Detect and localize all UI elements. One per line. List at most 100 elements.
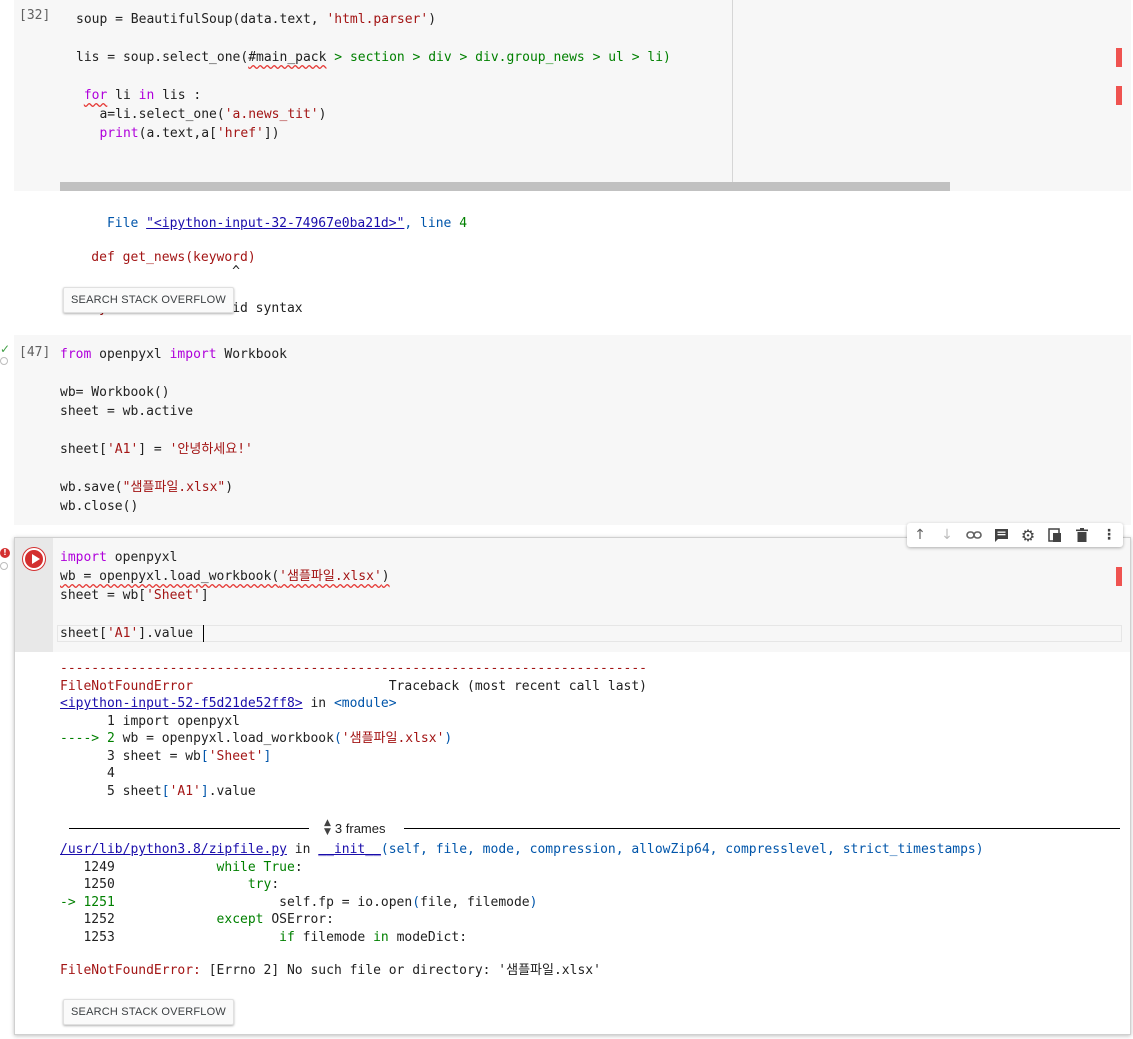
- traceback-line: 4: [60, 765, 647, 783]
- arrow-down-icon[interactable]: ↓: [934, 526, 960, 544]
- code-token: lis :: [154, 88, 202, 103]
- traceback-token: '샘플파일.xlsx': [341, 731, 445, 746]
- search-stack-overflow-button[interactable]: SEARCH STACK OVERFLOW: [63, 999, 234, 1025]
- code-token: ): [318, 107, 327, 122]
- play-icon[interactable]: [23, 548, 45, 570]
- cell-output: File "<ipython-input-32-74967e0ba21d>", …: [60, 198, 467, 334]
- traceback-line: 1253 if filemode in modeDict:: [60, 929, 984, 947]
- traceback-lines: 1 import openpyxl ----> 2 wb = openpyxl.l…: [60, 713, 647, 801]
- traceback-token: ): [529, 894, 538, 910]
- traceback-token: 'Sheet': [208, 748, 264, 764]
- code-line: for li in lis :: [76, 86, 671, 105]
- error-marker: [1116, 48, 1122, 67]
- traceback-token: True: [263, 859, 295, 875]
- unfold-icon: ▲ ▼: [324, 818, 331, 837]
- traceback-token: :: [271, 877, 280, 892]
- traceback-token: except: [216, 912, 264, 927]
- traceback-token: wb = openpyxl.load_workbook: [122, 731, 334, 746]
- check-icon: ✓: [0, 342, 11, 356]
- traceback-line: 1249 while True:: [60, 859, 984, 877]
- traceback-token: 3 sheet = wb: [60, 748, 201, 764]
- code-token: wb= Workbook(): [60, 385, 170, 400]
- traceback-token: (: [412, 894, 421, 910]
- code-token: 'Sheet': [146, 588, 201, 603]
- traceback-token: self.fp = io.open: [122, 894, 413, 910]
- traceback-location: <ipython-input-52-f5d21de52ff8> in <modu…: [60, 696, 397, 711]
- code-token: soup = BeautifulSoup(data.text,: [76, 12, 327, 27]
- traceback-line: 5 sheet['A1'].value: [60, 783, 647, 801]
- arrow-up-icon[interactable]: ↑: [907, 526, 933, 544]
- code-token: print: [99, 126, 139, 141]
- code-token: '샘플파일.xlsx': [279, 569, 382, 584]
- code-token: Workbook: [216, 347, 288, 362]
- error-caret: ^: [60, 264, 241, 279]
- code-line: print(a.text,a['href']): [76, 124, 671, 143]
- code-line: import openpyxl: [60, 548, 390, 567]
- traceback-file-link[interactable]: "<ipython-input-32-74967e0ba21d>": [146, 216, 404, 231]
- error-marker: [1116, 86, 1122, 105]
- traceback-token: 5 sheet: [60, 783, 162, 799]
- trash-icon[interactable]: [1069, 526, 1095, 544]
- traceback-token: file, filemode: [420, 894, 530, 910]
- mirror-cell-icon[interactable]: [1042, 526, 1068, 544]
- code-token: 'html.parser': [326, 12, 429, 27]
- comment-icon[interactable]: [988, 526, 1014, 544]
- time-icon: [0, 562, 8, 570]
- more-vert-icon[interactable]: ⋮: [1096, 526, 1122, 544]
- error-marker: [1116, 567, 1122, 586]
- code-token: "샘플파일.xlsx": [122, 480, 226, 495]
- code-token: ]: [200, 588, 209, 603]
- code-token: li: [107, 88, 139, 103]
- code-token: a=li.select_one(: [76, 107, 225, 122]
- traceback-token: :: [294, 859, 303, 875]
- init-link[interactable]: __init__: [318, 842, 381, 857]
- code-token: ): [225, 480, 234, 495]
- ipython-input-link[interactable]: <ipython-input-52-f5d21de52ff8>: [60, 696, 303, 711]
- traceback-token: 'A1': [169, 783, 201, 799]
- traceback-line: ----> 2 wb = openpyxl.load_workbook('샘플파…: [60, 730, 647, 748]
- execution-count: [47]: [19, 345, 51, 360]
- gear-icon[interactable]: ⚙: [1015, 526, 1041, 545]
- horizontal-scrollbar[interactable]: [60, 182, 950, 191]
- traceback-token: [: [161, 783, 170, 799]
- code-lines[interactable]: from openpyxl import Workbook wb= Workboo…: [60, 345, 287, 516]
- frames-toggle[interactable]: ▲ ▼ 3 frames: [324, 819, 386, 837]
- code-token: ): [381, 569, 390, 584]
- traceback-token: 1249: [60, 859, 217, 875]
- code-token: ]): [263, 126, 280, 141]
- traceback-token: 1252: [60, 912, 217, 927]
- search-stack-overflow-button[interactable]: SEARCH STACK OVERFLOW: [63, 287, 234, 313]
- traceback-token: 1250: [60, 877, 248, 892]
- code-line: sheet['A1'] = '안녕하세요!': [60, 440, 287, 459]
- code-line: wb.close(): [60, 497, 287, 516]
- traceback-line: 1250 try:: [60, 876, 984, 894]
- ruler-line: [732, 0, 733, 191]
- code-token: sheet[: [60, 442, 107, 457]
- code-lines: soup = BeautifulSoup(data.text, 'html.pa…: [76, 10, 671, 143]
- zipfile-link[interactable]: /usr/lib/python3.8/zipfile.py: [60, 842, 287, 857]
- code-token: from: [60, 347, 92, 362]
- traceback-line: 3 sheet = wb['Sheet']: [60, 748, 647, 766]
- traceback-token: in: [373, 929, 389, 945]
- code-token: lis = soup.select_one(: [76, 50, 249, 65]
- traceback-token: if: [279, 929, 295, 945]
- execution-count: [32]: [19, 8, 51, 23]
- link-icon[interactable]: [961, 526, 987, 544]
- code-token: ] =: [138, 442, 170, 457]
- code-token: import: [169, 347, 217, 362]
- code-editor[interactable]: soup = BeautifulSoup(data.text, 'html.pa…: [60, 0, 1120, 191]
- zipfile-location: /usr/lib/python3.8/zipfile.py in __init_…: [60, 842, 984, 857]
- error-icon: !: [0, 548, 10, 558]
- code-token: #main_pack: [248, 50, 327, 65]
- frames-divider-left: [69, 828, 309, 829]
- code-token: 'a.news_tit': [224, 107, 319, 122]
- code-line: wb= Workbook(): [60, 383, 287, 402]
- traceback-token: [: [200, 748, 209, 764]
- code-line: a=li.select_one('a.news_tit'): [76, 105, 671, 124]
- traceback-token: OSError:: [263, 912, 334, 927]
- code-token: 'href': [216, 126, 264, 141]
